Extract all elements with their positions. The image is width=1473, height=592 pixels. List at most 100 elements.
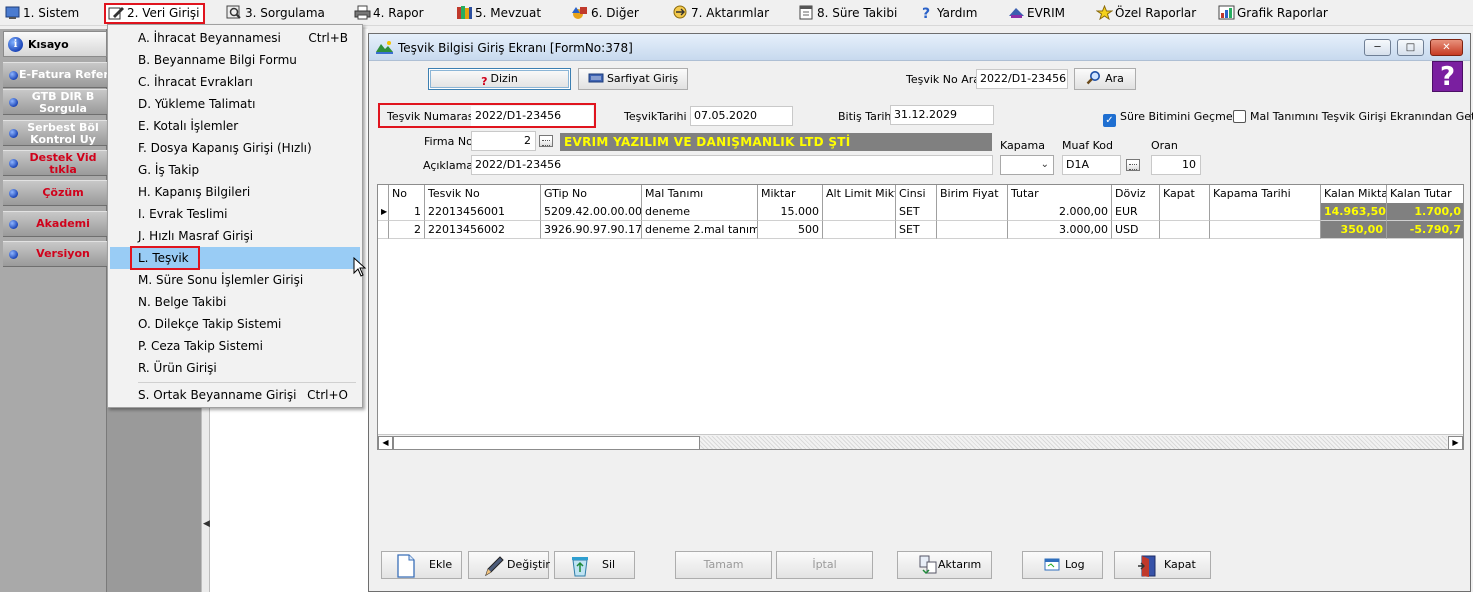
cell-tutar[interactable]: 2.000,00 [1008, 203, 1112, 221]
cell-kalan-miktar[interactable]: 14.963,50 [1321, 203, 1387, 221]
minimize-button[interactable]: ─ [1364, 39, 1391, 56]
close-button[interactable]: ✕ [1430, 39, 1463, 56]
cell-alt-limit[interactable] [823, 221, 896, 239]
sidebar-item-cozum[interactable]: Çözüm [3, 180, 107, 206]
menu-sorgulama[interactable]: 3. Sorgulama [224, 3, 325, 24]
menu-item-ihracat-evraklari[interactable]: C. İhracat Evrakları [110, 71, 360, 93]
scrollbar-track[interactable] [700, 436, 1447, 449]
col-gtip-no[interactable]: GTip No [541, 185, 642, 203]
cell-cinsi[interactable]: SET [896, 221, 937, 239]
mal-tanimi-checkbox[interactable]: Mal Tanımını Teşvik Girişi Ekranından Ge… [1233, 110, 1473, 123]
menu-diger[interactable]: 6. Diğer [570, 3, 639, 24]
menu-item-dosya-kapanis[interactable]: F. Dosya Kapanış Girişi (Hızlı) [110, 137, 360, 159]
scroll-left-icon[interactable]: ◀ [378, 436, 393, 449]
cell-kalan-miktar[interactable]: 350,00 [1321, 221, 1387, 239]
help-question-icon[interactable]: ? [1432, 61, 1463, 92]
scrollbar-thumb[interactable] [393, 436, 700, 449]
col-miktar[interactable]: Miktar [758, 185, 823, 203]
cell-gtip-no[interactable]: 5209.42.00.00.00 [541, 203, 642, 221]
degistir-button[interactable]: Değiştir [468, 551, 550, 579]
cell-birim-fiyat[interactable] [937, 203, 1008, 221]
tamam-button[interactable]: Tamam [675, 551, 772, 579]
cell-tutar[interactable]: 3.000,00 [1008, 221, 1112, 239]
tesvik-no-ara-input[interactable]: 2022/D1-23456 [976, 69, 1068, 89]
menu-item-belge-takibi[interactable]: N. Belge Takibi [110, 291, 360, 313]
iptal-button[interactable]: İptal [776, 551, 873, 579]
cell-miktar[interactable]: 15.000 [758, 203, 823, 221]
col-tutar[interactable]: Tutar [1008, 185, 1112, 203]
menu-item-ortak-beyanname[interactable]: S. Ortak Beyanname Girişi Ctrl+O [110, 384, 360, 406]
cell-mal-tanimi[interactable]: deneme 2.mal tanımı [642, 221, 758, 239]
col-alt-limit[interactable]: Alt Limit Miktar [823, 185, 896, 203]
menu-item-yukleme-talimati[interactable]: D. Yükleme Talimatı [110, 93, 360, 115]
cell-doviz[interactable]: EUR [1112, 203, 1160, 221]
col-kalan-miktar[interactable]: Kalan Miktar [1321, 185, 1387, 203]
log-button[interactable]: Log [1022, 551, 1103, 579]
menu-item-kapanis-bilgileri[interactable]: H. Kapanış Bilgileri [110, 181, 360, 203]
col-birim-fiyat[interactable]: Birim Fiyat [937, 185, 1008, 203]
menu-rapor[interactable]: 4. Rapor [352, 3, 424, 24]
ekle-button[interactable]: Ekle [381, 551, 462, 579]
sidebar-item-gtb[interactable]: GTB DIR B Sorgula [3, 89, 107, 115]
cell-kapat[interactable] [1160, 203, 1210, 221]
menu-sistem[interactable]: 1. Sistem [2, 3, 79, 24]
menu-item-sure-sonu[interactable]: M. Süre Sonu İşlemler Girişi [110, 269, 360, 291]
cell-kalan-tutar[interactable]: -5.790,7 [1387, 221, 1463, 239]
ara-button[interactable]: Ara [1074, 68, 1136, 90]
grid-horizontal-scrollbar[interactable]: ◀ ▶ [378, 434, 1463, 449]
cell-tesvik-no[interactable]: 22013456001 [425, 203, 541, 221]
cell-tesvik-no[interactable]: 22013456002 [425, 221, 541, 239]
menu-item-evrak-teslimi[interactable]: I. Evrak Teslimi [110, 203, 360, 225]
menu-item-ceza-takip[interactable]: P. Ceza Takip Sistemi [110, 335, 360, 357]
cell-alt-limit[interactable] [823, 203, 896, 221]
cell-doviz[interactable]: USD [1112, 221, 1160, 239]
cell-kapama-tarihi[interactable] [1210, 221, 1321, 239]
sidebar-item-destek-video[interactable]: Destek Vid tıkla [3, 150, 107, 176]
col-cinsi[interactable]: Cinsi [896, 185, 937, 203]
menu-grafik-raporlar[interactable]: Grafik Raporlar [1216, 3, 1328, 24]
tesvik-numarasi-input[interactable]: 2022/D1-23456 [471, 106, 593, 126]
window-titlebar[interactable]: Teşvik Bilgisi Giriş Ekranı [FormNo:378]… [369, 34, 1470, 61]
kapama-select[interactable]: ⌄ [1000, 155, 1054, 175]
sidebar-header[interactable]: i Kısayo [3, 31, 107, 57]
dizin-button[interactable]: ? Dizin [428, 68, 571, 90]
menu-item-dilekce-takip[interactable]: O. Dilekçe Takip Sistemi [110, 313, 360, 335]
sure-bitimi-checkbox[interactable]: ✓ Süre Bitimini Geçme [1103, 110, 1233, 127]
lookup-icon[interactable] [539, 135, 553, 147]
oran-input[interactable]: 10 [1151, 155, 1201, 175]
aktarim-button[interactable]: Aktarım [897, 551, 992, 579]
menu-yardim[interactable]: ? Yardım [916, 3, 977, 24]
cell-kapat[interactable] [1160, 221, 1210, 239]
sidebar-item-efatura[interactable]: E-Fatura Refer [3, 62, 107, 88]
menu-item-is-takip[interactable]: G. İş Takip [110, 159, 360, 181]
cell-kapama-tarihi[interactable] [1210, 203, 1321, 221]
cell-birim-fiyat[interactable] [937, 221, 1008, 239]
cell-kalan-tutar[interactable]: 1.700,0 [1387, 203, 1463, 221]
muaf-kod-input[interactable]: D1A [1062, 155, 1121, 175]
sidebar-item-serbest-bolge[interactable]: Serbest Böl Kontrol Uy [3, 120, 107, 146]
tesvik-tarihi-input[interactable]: 07.05.2020 [690, 106, 793, 126]
muaf-lookup-icon[interactable] [1126, 159, 1140, 171]
aciklama-input[interactable]: 2022/D1-23456 [471, 155, 993, 175]
maximize-button[interactable]: □ [1397, 39, 1424, 56]
kapat-button[interactable]: Kapat [1114, 551, 1211, 579]
menu-veri-girisi[interactable]: 2. Veri Girişi [104, 3, 205, 24]
sil-button[interactable]: Sil [554, 551, 635, 579]
menu-mevzuat[interactable]: 5. Mevzuat [454, 3, 541, 24]
cell-no[interactable]: 1 [389, 203, 425, 221]
menu-item-kotali-islemler[interactable]: E. Kotalı İşlemler [110, 115, 360, 137]
cell-miktar[interactable]: 500 [758, 221, 823, 239]
scroll-right-icon[interactable]: ▶ [1448, 436, 1463, 449]
menu-evrim[interactable]: EVRIM [1006, 3, 1065, 24]
bitis-tarihi-input[interactable]: 31.12.2029 [890, 105, 994, 125]
col-kapama-tarihi[interactable]: Kapama Tarihi [1210, 185, 1321, 203]
menu-aktarimlar[interactable]: 7. Aktarımlar [670, 3, 769, 24]
menu-item-urun-girisi[interactable]: R. Ürün Girişi [110, 357, 360, 379]
menu-item-beyanname-bilgi-formu[interactable]: B. Beyanname Bilgi Formu [110, 49, 360, 71]
menu-item-ihracat-beyannamesi[interactable]: A. İhracat Beyannamesi Ctrl+B [110, 27, 360, 49]
sarfiyat-giris-button[interactable]: Sarfiyat Giriş [578, 68, 688, 90]
menu-ozel-raporlar[interactable]: Özel Raporlar [1094, 3, 1196, 24]
sidebar-item-akademi[interactable]: Akademi [3, 211, 107, 237]
cell-cinsi[interactable]: SET [896, 203, 937, 221]
col-kalan-tutar[interactable]: Kalan Tutar [1387, 185, 1463, 203]
